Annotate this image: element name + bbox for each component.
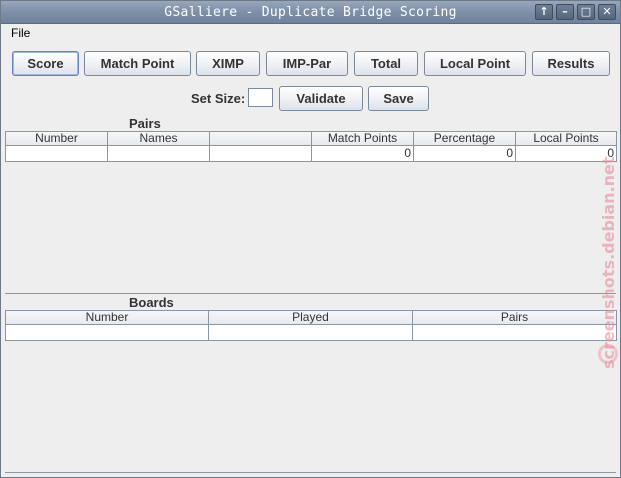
boards-cell-pairs[interactable] [413,325,616,340]
pairs-cell-names[interactable] [108,146,210,161]
menu-bar: File [2,24,619,44]
pairs-title: Pairs [129,116,161,131]
pairs-col-number[interactable]: Number [6,132,108,145]
total-button[interactable]: Total [354,51,418,76]
local-point-button[interactable]: Local Point [424,51,526,76]
boards-cell-played[interactable] [209,325,413,340]
pairs-col-names[interactable]: Names [108,132,210,145]
validate-button[interactable]: Validate [279,86,363,111]
boards-table: Number Played Pairs [5,310,617,473]
pairs-table: Number Names Match Points Percentage Loc… [5,131,617,293]
close-button[interactable]: ✕ [598,4,616,20]
window-title: GSalliere - Duplicate Bridge Scoring [164,5,457,20]
save-button[interactable]: Save [368,86,429,111]
score-button[interactable]: Score [12,51,79,76]
watermark-text: screenshots.debian.net [599,156,618,369]
imp-par-button[interactable]: IMP-Par [266,51,348,76]
boards-col-played[interactable]: Played [209,311,413,324]
watermark: screenshots.debian.net [597,101,621,371]
boards-table-header: Number Played Pairs [5,310,617,325]
window-controls: ↑ – □ ✕ [535,4,616,20]
pairs-col-percentage[interactable]: Percentage [414,132,516,145]
table-row[interactable]: 0 0 0 [5,146,617,162]
match-point-button[interactable]: Match Point [84,51,191,76]
pairs-cell-percentage[interactable]: 0 [414,146,516,161]
boards-col-pairs[interactable]: Pairs [413,311,616,324]
set-size-label: Set Size: [191,91,246,106]
pairs-cell-blank[interactable] [210,146,312,161]
pairs-divider [5,293,616,294]
boards-cell-number[interactable] [6,325,209,340]
pairs-col-match-points[interactable]: Match Points [312,132,414,145]
pairs-table-header: Number Names Match Points Percentage Loc… [5,131,617,146]
table-row[interactable] [5,325,617,341]
bottom-divider [5,472,616,473]
results-button[interactable]: Results [532,51,610,76]
pairs-col-blank[interactable] [210,132,312,145]
menu-file[interactable]: File [11,26,30,40]
maximize-button[interactable]: □ [577,4,595,20]
boards-title: Boards [129,295,174,310]
debian-logo-icon [598,344,618,364]
set-size-input[interactable] [248,88,273,107]
pairs-cell-match-points[interactable]: 0 [312,146,414,161]
title-bar[interactable]: GSalliere - Duplicate Bridge Scoring ↑ –… [1,1,620,24]
raise-window-button[interactable]: ↑ [535,4,553,20]
pairs-cell-number[interactable] [6,146,108,161]
ximp-button[interactable]: XIMP [196,51,260,76]
minimize-button[interactable]: – [556,4,574,20]
app-window: GSalliere - Duplicate Bridge Scoring ↑ –… [0,0,621,478]
boards-col-number[interactable]: Number [6,311,209,324]
